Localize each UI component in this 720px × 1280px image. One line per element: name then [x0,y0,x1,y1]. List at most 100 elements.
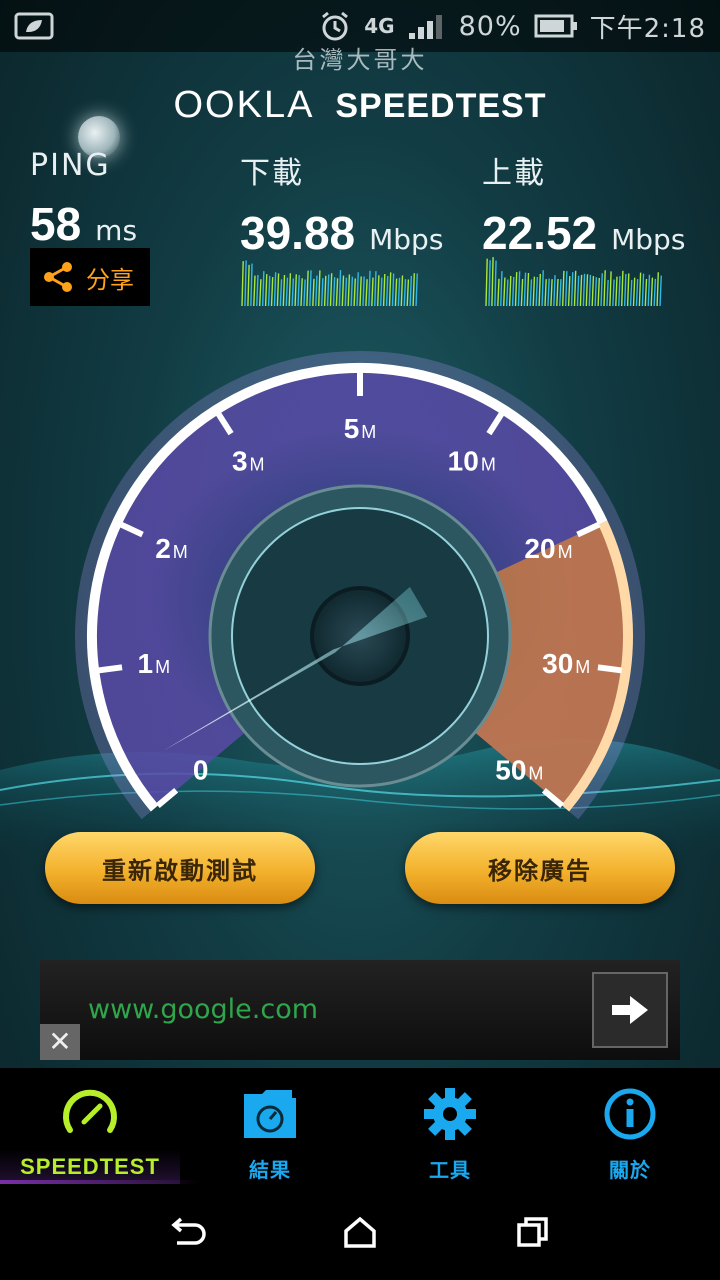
gauge-tick [597,664,623,674]
recents-button[interactable] [503,1202,563,1262]
home-button[interactable] [330,1202,390,1262]
ad-close-button[interactable]: ✕ [40,1024,80,1060]
speedtest-app: 4G 80% 下午2:18 台灣大哥大 OOKLA SPEEDTEST PING… [0,0,720,1280]
sparkline-bar [282,274,286,307]
share-button[interactable]: 分享 [30,248,150,306]
sparkline-bar [312,278,315,307]
sparkline-bar [550,279,553,307]
sparkline-bar [270,277,274,307]
restart-test-button[interactable]: 重新啟動測試 [45,832,315,904]
carrier-name: 台灣大哥大 [292,46,428,74]
bottom-nav: SPEEDTEST 結果 工具 關於 [0,1068,720,1184]
sparkline-bar [347,274,351,307]
sparkline-bar [247,264,250,307]
sparkline-bar [250,263,253,307]
sparkline-bar [615,276,618,307]
sparkline-bar [535,277,539,307]
sparkline-bar [562,270,565,307]
sparkline-bar [553,275,556,307]
sparkline-bar [294,274,297,307]
sparkline-bar [621,270,624,307]
gauge-label-unit: M [361,422,376,442]
sparkline-bar [385,275,389,307]
sparkline-bar [576,275,580,307]
sparkline-bar [241,261,244,307]
sparkline-bar [338,270,342,307]
battery-icon [534,14,577,38]
sparkline-bar [285,277,289,307]
gauge-label-unit: M [528,764,543,784]
sparkline-bar [406,279,410,307]
ad-open-button[interactable] [592,972,668,1048]
battery-percent: 80% [458,10,522,42]
gauge-label-unit: M [173,542,188,562]
sparkline-bar [323,275,327,307]
sparkline-bar [573,270,577,307]
sparkline-bar [567,276,571,307]
sparkline-bar [303,279,306,307]
upload-sparkline [485,257,662,307]
clock: 下午2:18 [589,13,706,44]
ad-url[interactable]: www.google.com [88,994,318,1025]
arrow-right-icon [612,996,648,1024]
sparkline-bar [362,276,365,307]
sparkline-bar [377,275,380,307]
ping-unit: ms [95,214,138,247]
sparkline-bar [365,279,368,307]
nav-results-label: 結果 [249,1158,291,1182]
sparkline-bar [359,276,362,307]
sparkline-bar [264,274,268,307]
gear-icon [424,1088,476,1140]
download-sparkline [241,260,418,307]
sparkline-bar [341,275,345,307]
share-label: 分享 [86,265,134,294]
sparkline-bar [559,279,562,307]
network-type: 4G [364,14,395,38]
download-metric: 下載 39.88 Mbps [240,148,443,260]
nav-tools[interactable]: 工具 [360,1068,540,1184]
speedometer-icon [63,1089,117,1133]
sparkline-bar [300,278,303,307]
sparkline-bar [591,275,595,307]
sparkline-bar [412,273,415,307]
back-button[interactable] [157,1202,217,1262]
upload-metric: 上載 22.52 Mbps [482,148,685,260]
sparkline-bar [415,273,418,307]
sparkline-bar [309,270,312,307]
share-icon [44,262,72,292]
sparkline-bar [318,270,321,307]
sparkline-bar [594,277,598,307]
sparkline-bar [529,279,533,307]
gauge-label-unit: M [575,657,590,677]
sparkline-bar [491,257,494,307]
sparkline-bar [353,278,356,307]
nav-speedtest-label: SPEEDTEST [20,1154,160,1179]
sparkline-bar [556,278,559,307]
gauge-label: 0 [193,755,209,786]
sparkline-bar [374,271,377,307]
sparkline-bar [256,274,259,307]
sparkline-bar [291,278,295,307]
sparkline-bar [632,277,636,307]
sparkline-bar [579,274,583,307]
sparkline-bar [388,272,392,307]
nav-about[interactable]: 關於 [540,1068,720,1184]
results-folder-icon [244,1090,296,1138]
ad-banner[interactable]: www.google.com ✕ [40,960,680,1060]
upload-unit: Mbps [611,223,686,256]
sparkline-bar [609,271,612,307]
nav-speedtest[interactable]: SPEEDTEST [0,1068,200,1184]
remove-ads-button[interactable]: 移除廣告 [405,832,675,904]
nav-results[interactable]: 結果 [180,1068,360,1184]
download-unit: Mbps [369,223,444,256]
home-icon [344,1216,376,1248]
sparkline-bar [582,273,586,307]
sparkline-bar [259,279,262,307]
sparkline-bar [273,272,277,307]
ping-metric: PING 58 ms [30,148,137,251]
gauge-label-unit: M [481,455,496,475]
status-right: 4G 80% 下午2:18 [318,8,706,45]
download-value: 39.88 [240,207,356,259]
download-label: 下載 [240,156,304,191]
brand-name: OOKLA [173,84,315,126]
